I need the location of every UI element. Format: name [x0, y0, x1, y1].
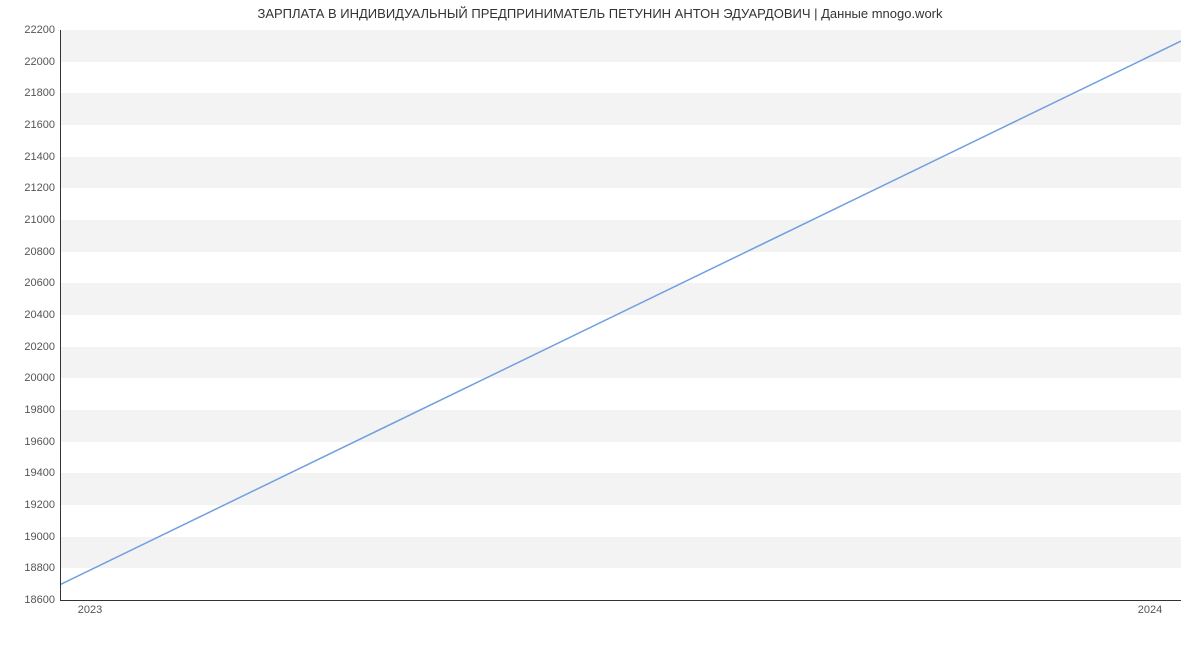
- salary-chart: ЗАРПЛАТА В ИНДИВИДУАЛЬНЫЙ ПРЕДПРИНИМАТЕЛ…: [0, 0, 1200, 650]
- y-tick-label: 21400: [5, 151, 55, 163]
- y-tick-label: 19200: [5, 499, 55, 511]
- y-tick-label: 21200: [5, 182, 55, 194]
- y-tick-label: 21800: [5, 87, 55, 99]
- y-tick-label: 20000: [5, 372, 55, 384]
- y-tick-label: 22200: [5, 24, 55, 36]
- y-tick-label: 20800: [5, 246, 55, 258]
- x-tick-label: 2024: [1138, 604, 1162, 616]
- y-tick-label: 20400: [5, 309, 55, 321]
- chart-title: ЗАРПЛАТА В ИНДИВИДУАЛЬНЫЙ ПРЕДПРИНИМАТЕЛ…: [0, 6, 1200, 21]
- y-tick-label: 20200: [5, 341, 55, 353]
- y-tick-label: 18600: [5, 594, 55, 606]
- y-tick-label: 19000: [5, 531, 55, 543]
- y-tick-label: 19400: [5, 467, 55, 479]
- x-tick-label: 2023: [78, 604, 102, 616]
- y-tick-label: 19800: [5, 404, 55, 416]
- y-tick-label: 21000: [5, 214, 55, 226]
- y-tick-label: 19600: [5, 436, 55, 448]
- y-tick-label: 21600: [5, 119, 55, 131]
- y-tick-label: 18800: [5, 562, 55, 574]
- plot-area: [60, 30, 1181, 601]
- data-line: [61, 30, 1181, 600]
- y-tick-label: 20600: [5, 277, 55, 289]
- y-tick-label: 22000: [5, 56, 55, 68]
